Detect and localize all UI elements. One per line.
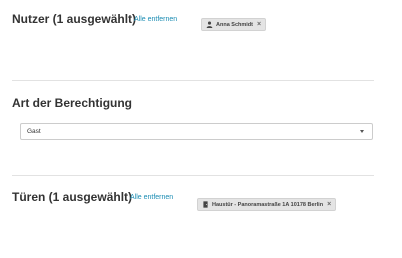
permission-type-select[interactable]: Gast bbox=[20, 123, 373, 140]
users-remove-all-link[interactable]: Alle entfernen bbox=[134, 16, 177, 23]
user-chip-remove-button[interactable]: × bbox=[257, 21, 261, 28]
user-chip: Anna Schmidt × bbox=[201, 18, 267, 31]
divider bbox=[12, 80, 374, 81]
chevron-down-icon bbox=[360, 130, 364, 133]
users-title: Nutzer (1 ausgewählt) bbox=[12, 12, 137, 26]
doors-remove-all-link[interactable]: Alle entfernen bbox=[130, 194, 173, 201]
user-chip-label: Anna Schmidt bbox=[216, 21, 253, 28]
door-chip: Haustür - Panoramastraße 1A 10178 Berlin… bbox=[197, 198, 337, 211]
doors-title: Türen (1 ausgewählt) bbox=[12, 190, 133, 204]
door-icon bbox=[202, 201, 209, 208]
permission-title: Art der Berechtigung bbox=[12, 96, 133, 110]
user-icon bbox=[206, 21, 213, 28]
door-chip-remove-button[interactable]: × bbox=[327, 201, 331, 208]
permission-type-value: Gast bbox=[27, 128, 41, 135]
door-chip-label: Haustür - Panoramastraße 1A 10178 Berlin bbox=[212, 201, 324, 208]
divider bbox=[12, 175, 374, 176]
